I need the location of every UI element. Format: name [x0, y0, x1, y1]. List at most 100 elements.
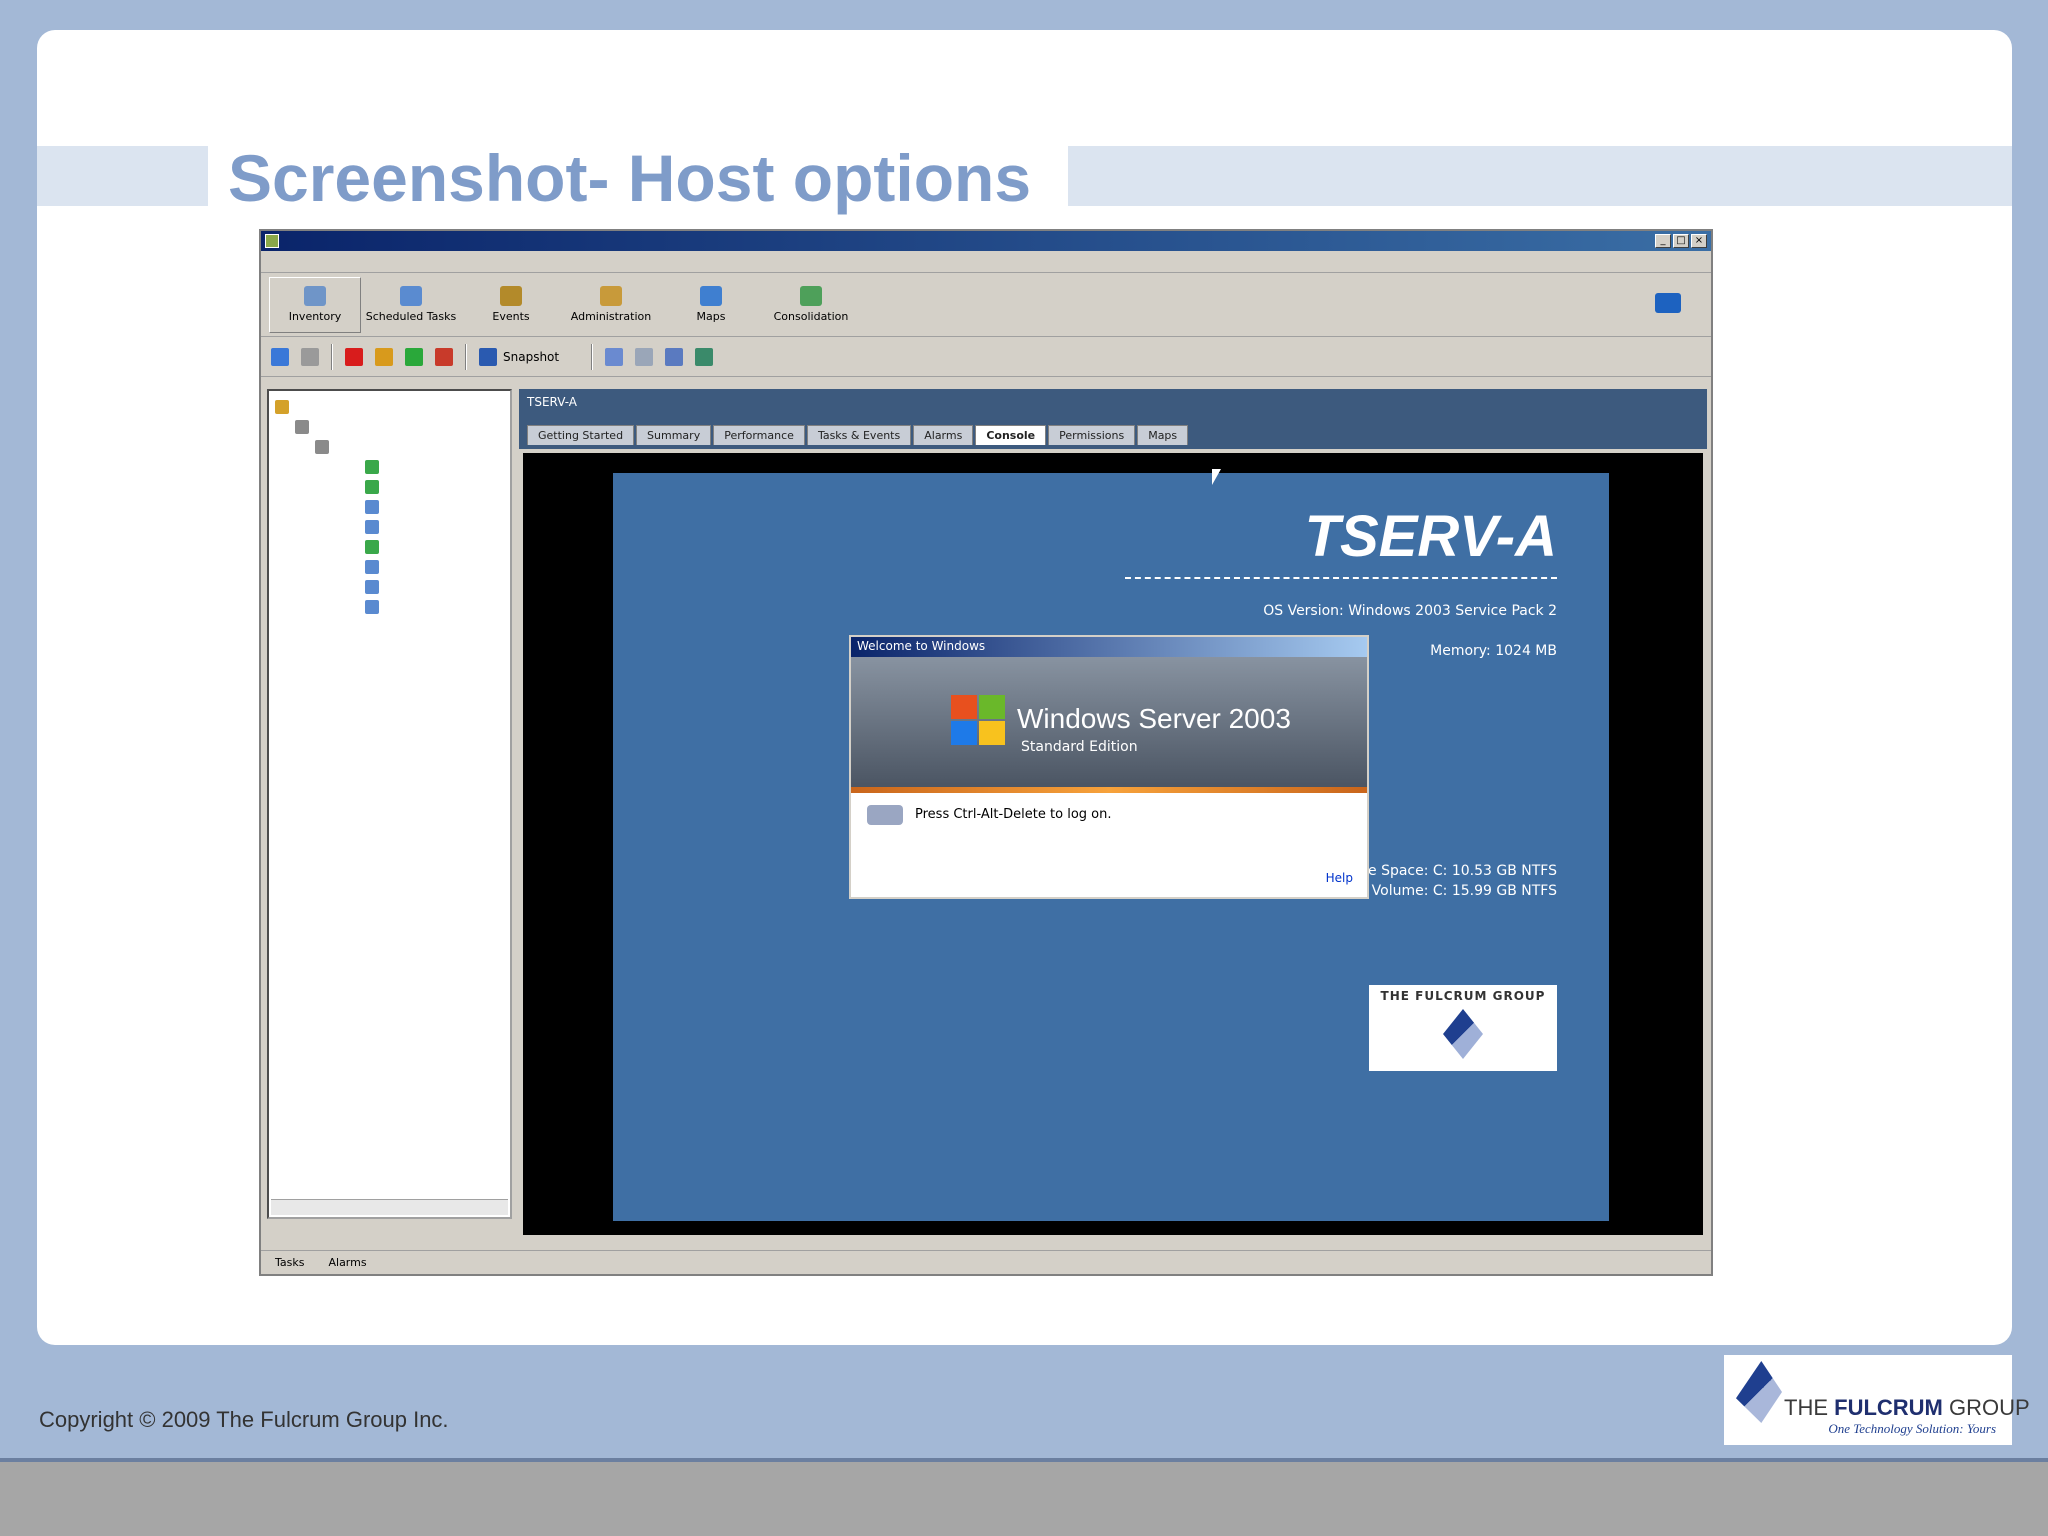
vm-icon — [365, 500, 379, 514]
bottom-bar — [0, 1458, 2048, 1536]
tree-item[interactable] — [269, 417, 510, 437]
tree-item[interactable] — [269, 497, 510, 517]
mouse-cursor-icon — [1212, 469, 1221, 485]
flag-red — [951, 695, 977, 719]
minimize-button[interactable]: _ — [1655, 234, 1671, 248]
logo-name-prefix: THE — [1784, 1395, 1835, 1420]
help-button[interactable]: Help — [1326, 871, 1353, 885]
flag-blue — [951, 721, 977, 745]
slide-title: Screenshot- Host options — [228, 141, 1032, 215]
vm-tabs: Getting Started Summary Performance Task… — [527, 425, 1699, 445]
toolbar-separator — [465, 343, 467, 370]
maximize-button[interactable]: □ — [1673, 234, 1689, 248]
tab-getting-started[interactable]: Getting Started — [527, 425, 635, 445]
tab-alarms[interactable]: Alarms — [913, 425, 974, 445]
vm-icon — [365, 560, 379, 574]
flag-yellow — [979, 721, 1005, 745]
close-button[interactable]: × — [1691, 234, 1707, 248]
snapshot-button[interactable]: Snapshot — [479, 347, 579, 366]
fulcrum-logo-name: THE FULCRUM GROUP — [1784, 1395, 2030, 1421]
flag-green — [979, 695, 1005, 719]
press-ctrl-alt-del-text: Press Ctrl-Alt-Delete to log on. — [915, 807, 1112, 822]
main-area: TSERV-A Getting Started Summary Performa… — [267, 389, 1707, 1235]
tree-item[interactable] — [269, 457, 510, 477]
vm-header-name: TSERV-A — [527, 395, 577, 409]
logo-name-bold: FULCRUM — [1834, 1395, 1943, 1420]
vm-header: TSERV-A Getting Started Summary Performa… — [519, 389, 1707, 449]
back-arrow-icon[interactable] — [271, 347, 289, 366]
vm-toolbar: Snapshot — [261, 337, 1711, 377]
maps-label: Maps — [696, 310, 726, 323]
fulcrum-logo-mark-icon — [1736, 1361, 1782, 1423]
windows-edition: Standard Edition — [1021, 739, 1138, 755]
welcome-dialog-title: Welcome to Windows — [851, 637, 1367, 657]
vm-icon — [365, 580, 379, 594]
fulcrum-corner-logo: THE FULCRUM GROUP One Technology Solutio… — [1724, 1355, 2030, 1445]
datacenter-icon — [275, 400, 289, 414]
tree-item[interactable] — [269, 537, 510, 557]
console-icon[interactable] — [695, 347, 714, 366]
windows-flag-icon — [951, 695, 1007, 747]
consolidation-button[interactable]: Consolidation — [761, 277, 861, 333]
vm-icon — [365, 600, 379, 614]
administration-icon — [600, 286, 622, 306]
tab-performance[interactable]: Performance — [713, 425, 805, 445]
tasks-status[interactable]: Tasks — [275, 1256, 304, 1269]
alarms-status[interactable]: Alarms — [328, 1256, 366, 1269]
tree-item[interactable] — [269, 477, 510, 497]
vm-console[interactable]: TSERV-A OS Version: Windows 2003 Service… — [523, 453, 1703, 1235]
vsphere-client-window: _ □ × Inventory Scheduled Tasks Events A… — [259, 229, 1713, 1276]
app-icon — [265, 234, 279, 248]
inventory-icon — [304, 286, 326, 306]
forward-arrow-icon[interactable] — [301, 347, 319, 366]
scheduled-tasks-label: Scheduled Tasks — [365, 310, 457, 323]
menubar — [261, 251, 1711, 273]
guest-desktop: TSERV-A OS Version: Windows 2003 Service… — [613, 473, 1609, 1221]
fulcrum-logo-icon — [1443, 1009, 1483, 1059]
tree-item[interactable] — [269, 517, 510, 537]
events-icon — [500, 286, 522, 306]
tab-summary[interactable]: Summary — [636, 425, 712, 445]
vm-running-icon — [365, 540, 379, 554]
logo-name-suffix: GROUP — [1942, 1395, 2030, 1420]
window-titlebar: _ □ × — [261, 231, 1711, 251]
administration-button[interactable]: Administration — [561, 277, 661, 333]
administration-label: Administration — [570, 310, 652, 323]
server-icon — [315, 440, 329, 454]
power-on-icon[interactable] — [405, 347, 423, 366]
tab-tasks-events[interactable]: Tasks & Events — [806, 425, 912, 445]
events-button[interactable]: Events — [461, 277, 561, 333]
tree-item[interactable] — [269, 557, 510, 577]
vm-running-icon — [365, 480, 379, 494]
inventory-button[interactable]: Inventory — [269, 276, 361, 333]
scheduled-tasks-button[interactable]: Scheduled Tasks — [361, 277, 461, 333]
power-off-icon[interactable] — [345, 347, 363, 366]
suspend-icon[interactable] — [375, 347, 393, 366]
tab-console[interactable]: Console — [975, 425, 1047, 445]
take-snapshot-icon[interactable] — [635, 347, 654, 366]
tree-item[interactable] — [269, 597, 510, 617]
consolidation-label: Consolidation — [773, 310, 849, 323]
inventory-label: Inventory — [288, 310, 342, 323]
content-pane: TSERV-A Getting Started Summary Performa… — [519, 389, 1707, 1235]
host-icon — [295, 420, 309, 434]
vm-icon — [365, 520, 379, 534]
windows-product-name: Windows Server 2003 — [1017, 703, 1291, 734]
tab-permissions[interactable]: Permissions — [1048, 425, 1136, 445]
tree-horizontal-scrollbar[interactable] — [271, 1199, 508, 1215]
tree-item[interactable] — [269, 577, 510, 597]
toolbar-separator — [331, 343, 333, 370]
welcome-dialog: Welcome to Windows Windows Server 2003 S… — [849, 635, 1369, 899]
snapshot-manager-icon[interactable] — [665, 347, 684, 366]
tree-item[interactable] — [269, 437, 510, 457]
logo-box-title: THE FULCRUM GROUP — [1380, 989, 1546, 1003]
reset-icon[interactable] — [435, 347, 453, 366]
revert-snapshot-icon[interactable] — [605, 347, 624, 366]
snapshot-icon — [479, 347, 497, 366]
maps-button[interactable]: Maps — [661, 277, 761, 333]
scheduled-tasks-icon — [400, 286, 422, 306]
tree-item[interactable] — [269, 397, 510, 417]
vmware-logo-icon — [1655, 293, 1681, 313]
bginfo-hostname: TSERV-A — [1304, 504, 1557, 569]
tab-maps[interactable]: Maps — [1137, 425, 1189, 445]
